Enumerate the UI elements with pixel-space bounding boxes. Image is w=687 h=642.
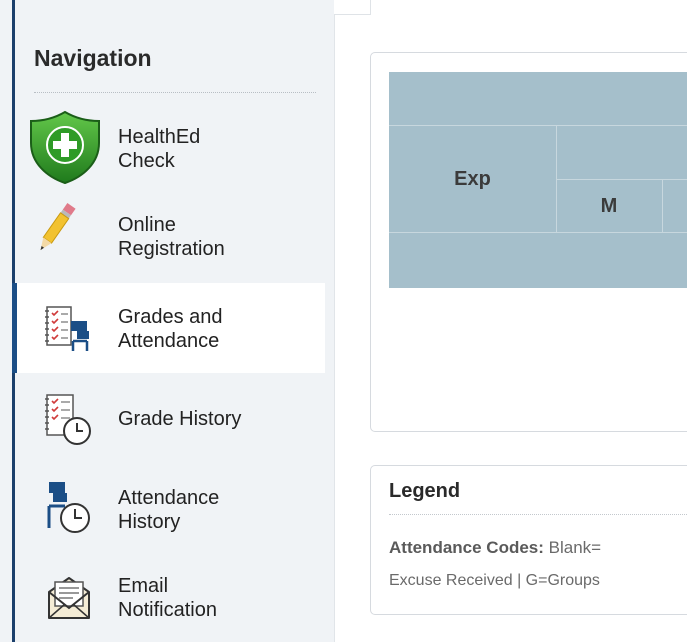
grade-history-icon [45, 394, 91, 445]
sidebar-item-healthed-check[interactable]: HealthEd Check [15, 105, 325, 185]
sidebar-item-grades-and-attendance[interactable]: Grades and Attendance [12, 283, 325, 373]
navigation-heading: Navigation [34, 45, 152, 71]
legend-codes-line: Excuse Received | G=Groups [389, 572, 600, 589]
sidebar-item-label: Check [118, 150, 175, 172]
sidebar-item-email-notification[interactable]: Email Notification [15, 560, 325, 640]
sidebar-item-label: Grades and [118, 306, 223, 328]
divider [34, 92, 316, 93]
sidebar-item-label: Grade History [118, 408, 242, 430]
sidebar-item-label: Online [118, 214, 176, 236]
sidebar-item-grade-history[interactable]: Grade History [15, 383, 325, 453]
column-header-exp[interactable]: Exp [389, 126, 556, 233]
sidebar: Navigation HealthEd Check Online Registr… [0, 0, 335, 642]
top-tab-edge [334, 0, 371, 15]
health-shield-icon [30, 110, 100, 185]
legend-attendance-label: Attendance Codes: [389, 538, 544, 557]
legend-attendance-codes: Attendance Codes: Blank= [389, 538, 601, 558]
column-header-m[interactable]: M [556, 179, 662, 233]
email-icon [48, 577, 90, 619]
legend-title: Legend [389, 480, 461, 502]
sidebar-item-label: HealthEd [118, 126, 201, 148]
legend-attendance-text: Blank= [548, 538, 602, 557]
active-indicator [12, 283, 17, 373]
header-divider [662, 180, 663, 232]
sidebar-item-label: Registration [118, 238, 225, 260]
sidebar-item-label: Email [118, 575, 169, 597]
attendance-history-icon [47, 482, 90, 533]
pencil-icon [40, 203, 76, 251]
sidebar-item-label: History [118, 511, 181, 533]
sidebar-item-label: Attendance [118, 330, 220, 352]
sidebar-item-label: Attendance [118, 487, 220, 509]
grades-attendance-icon [45, 306, 89, 351]
sidebar-item-label: Notification [118, 599, 217, 621]
sidebar-item-attendance-history[interactable]: Attendance History [15, 468, 325, 548]
divider [389, 514, 687, 515]
sidebar-item-online-registration[interactable]: Online Registration [15, 195, 325, 275]
legend-box: Legend Attendance Codes: Blank= Excuse R… [370, 465, 687, 615]
